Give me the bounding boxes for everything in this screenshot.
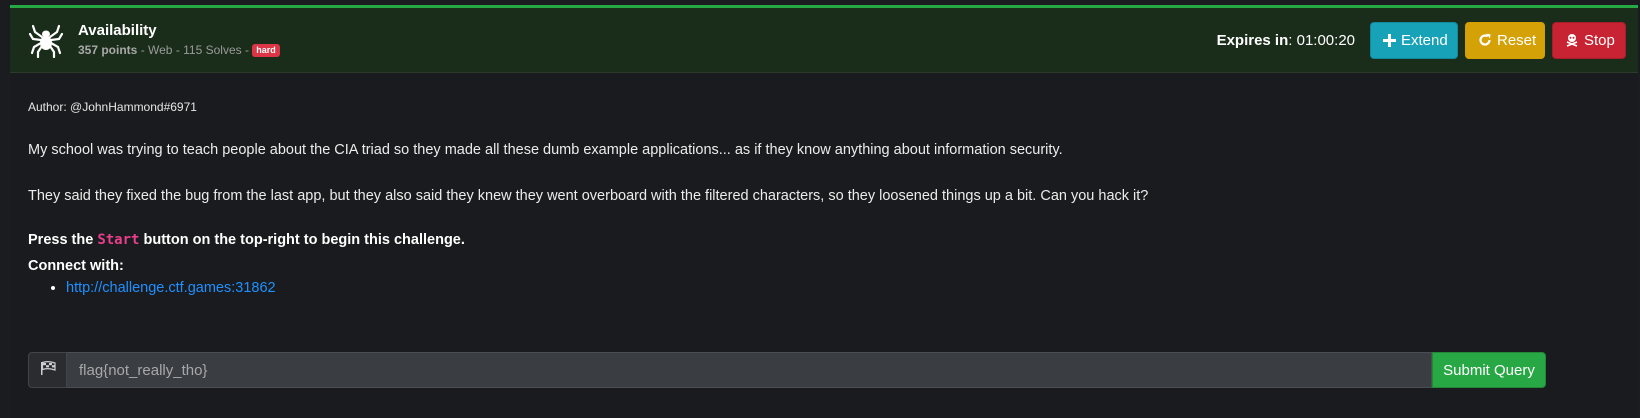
reset-button[interactable]: Reset: [1465, 21, 1545, 59]
challenge-card: Availability 357 points - Web - 115 Solv…: [10, 5, 1638, 418]
start-instruction-before: Press the: [28, 231, 98, 248]
challenge-header: Availability 357 points - Web - 115 Solv…: [10, 8, 1638, 73]
checkered-flag-icon: [40, 360, 56, 380]
skull-crossbones-icon: [1565, 33, 1579, 47]
challenge-title-block: Availability 357 points - Web - 115 Solv…: [78, 22, 280, 57]
challenge-meta: 357 points - Web - 115 Solves - hard: [78, 43, 280, 57]
connect-link[interactable]: http://challenge.ctf.games:31862: [66, 280, 276, 296]
stop-button[interactable]: Stop: [1552, 21, 1626, 59]
difficulty-badge: hard: [252, 44, 280, 58]
expires-value: 01:00:20: [1296, 31, 1355, 49]
expires-label: Expires in: [1216, 31, 1289, 49]
challenge-category: - Web - 115 Solves -: [137, 43, 253, 58]
flag-submit-form: Submit Query: [28, 352, 1546, 388]
start-code: Start: [97, 231, 140, 248]
description-paragraph-2: They said they fixed the bug from the la…: [28, 187, 1149, 204]
spider-icon: [28, 22, 64, 58]
challenge-points: 357 points: [78, 43, 138, 58]
challenge-title: Availability: [78, 22, 157, 40]
expires-timer: Expires in: 01:00:20: [1217, 32, 1355, 49]
plus-icon: [1383, 33, 1396, 47]
flag-prefix: [28, 352, 67, 388]
challenge-description: Author: @JohnHammond#6971 My school was …: [10, 73, 1638, 296]
start-instruction-after: button on the top-right to begin this ch…: [139, 231, 465, 248]
flag-input[interactable]: [67, 352, 1432, 388]
start-instruction: Press the Start button on the top-right …: [28, 232, 1620, 248]
extend-button[interactable]: Extend: [1370, 21, 1458, 59]
connect-list: http://challenge.ctf.games:31862: [28, 280, 1620, 296]
expires-separator: :: [1288, 31, 1297, 49]
extend-label: Extend: [1401, 31, 1448, 49]
author-line: Author: @JohnHammond#6971: [28, 100, 197, 114]
stop-label: Stop: [1584, 31, 1615, 49]
connect-label: Connect with:: [28, 257, 124, 274]
redo-icon: [1478, 33, 1492, 47]
submit-flag-button[interactable]: Submit Query: [1432, 352, 1546, 388]
header-actions: Expires in: 01:00:20 Extend Reset Stop: [1217, 21, 1626, 59]
reset-label: Reset: [1497, 31, 1537, 49]
list-item: http://challenge.ctf.games:31862: [66, 280, 1620, 296]
description-paragraph-1: My school was trying to teach people abo…: [28, 142, 1063, 158]
